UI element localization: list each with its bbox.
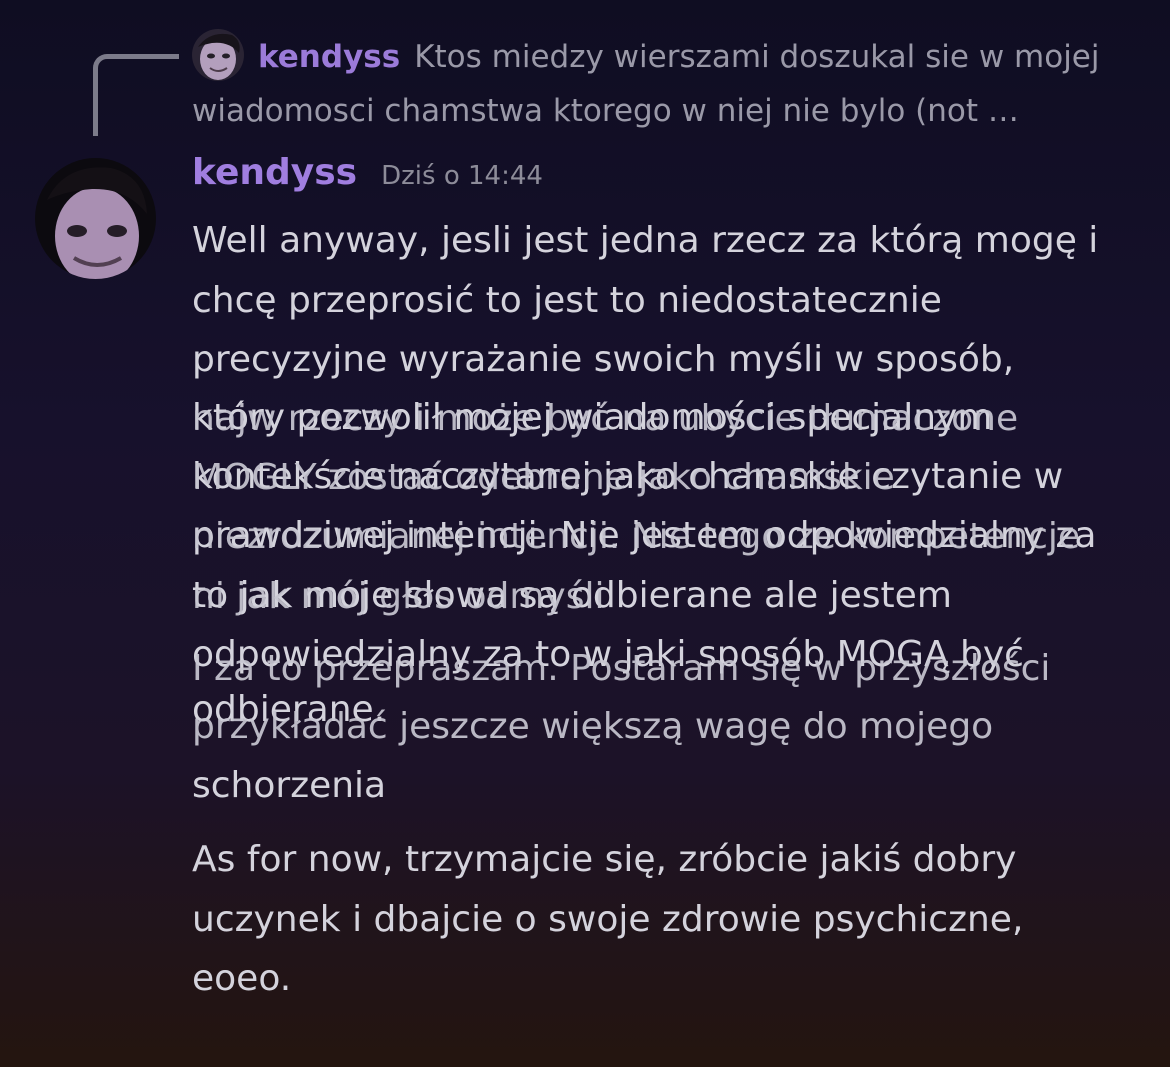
message-line: eoeo. (192, 958, 292, 999)
reply-connector-line (93, 54, 179, 136)
message-line: As for now, trzymajcie się, zróbcie jaki… (192, 839, 1017, 880)
message-line: chcę przeprosić to jest to niedostateczn… (192, 280, 942, 321)
overlap-line-b: przykładać jeszcze większą wagę do mojeg… (192, 706, 994, 747)
message-author[interactable]: kendyss (192, 152, 357, 193)
message-line: schorzenia (192, 765, 387, 806)
overlap-line-b: najw rzeczy i może być na ubycie tłumacz… (192, 398, 1019, 439)
overlap-line-b: MOGLY zostać odebrane jako chamskie (192, 457, 895, 498)
overlap-line-b: I za to przepraszam. Postaram się w przy… (192, 648, 1051, 689)
message-header: kendyss Dziś o 14:44 (192, 152, 543, 210)
reply-author[interactable]: kendyss (258, 39, 400, 75)
author-avatar[interactable] (35, 158, 156, 279)
message-timestamp[interactable]: Dziś o 14:44 (381, 161, 543, 191)
overlap-line-b: ni jak mój głos odmyśli (192, 576, 605, 617)
message-line: precyzyjne wyrażanie swoich myśli w spos… (192, 339, 1015, 380)
message-line: Well anyway, jesli jest jedna rzecz za k… (192, 220, 1099, 261)
message-line: uczynek i dbajcie o swoje zdrowie psychi… (192, 899, 1024, 940)
reply-preview[interactable]: kendyss Ktos miedzy wierszami doszukal si… (192, 30, 1142, 138)
overlap-line-b: niezrozumianej intencji. Nie tego ze kom… (192, 516, 1081, 557)
